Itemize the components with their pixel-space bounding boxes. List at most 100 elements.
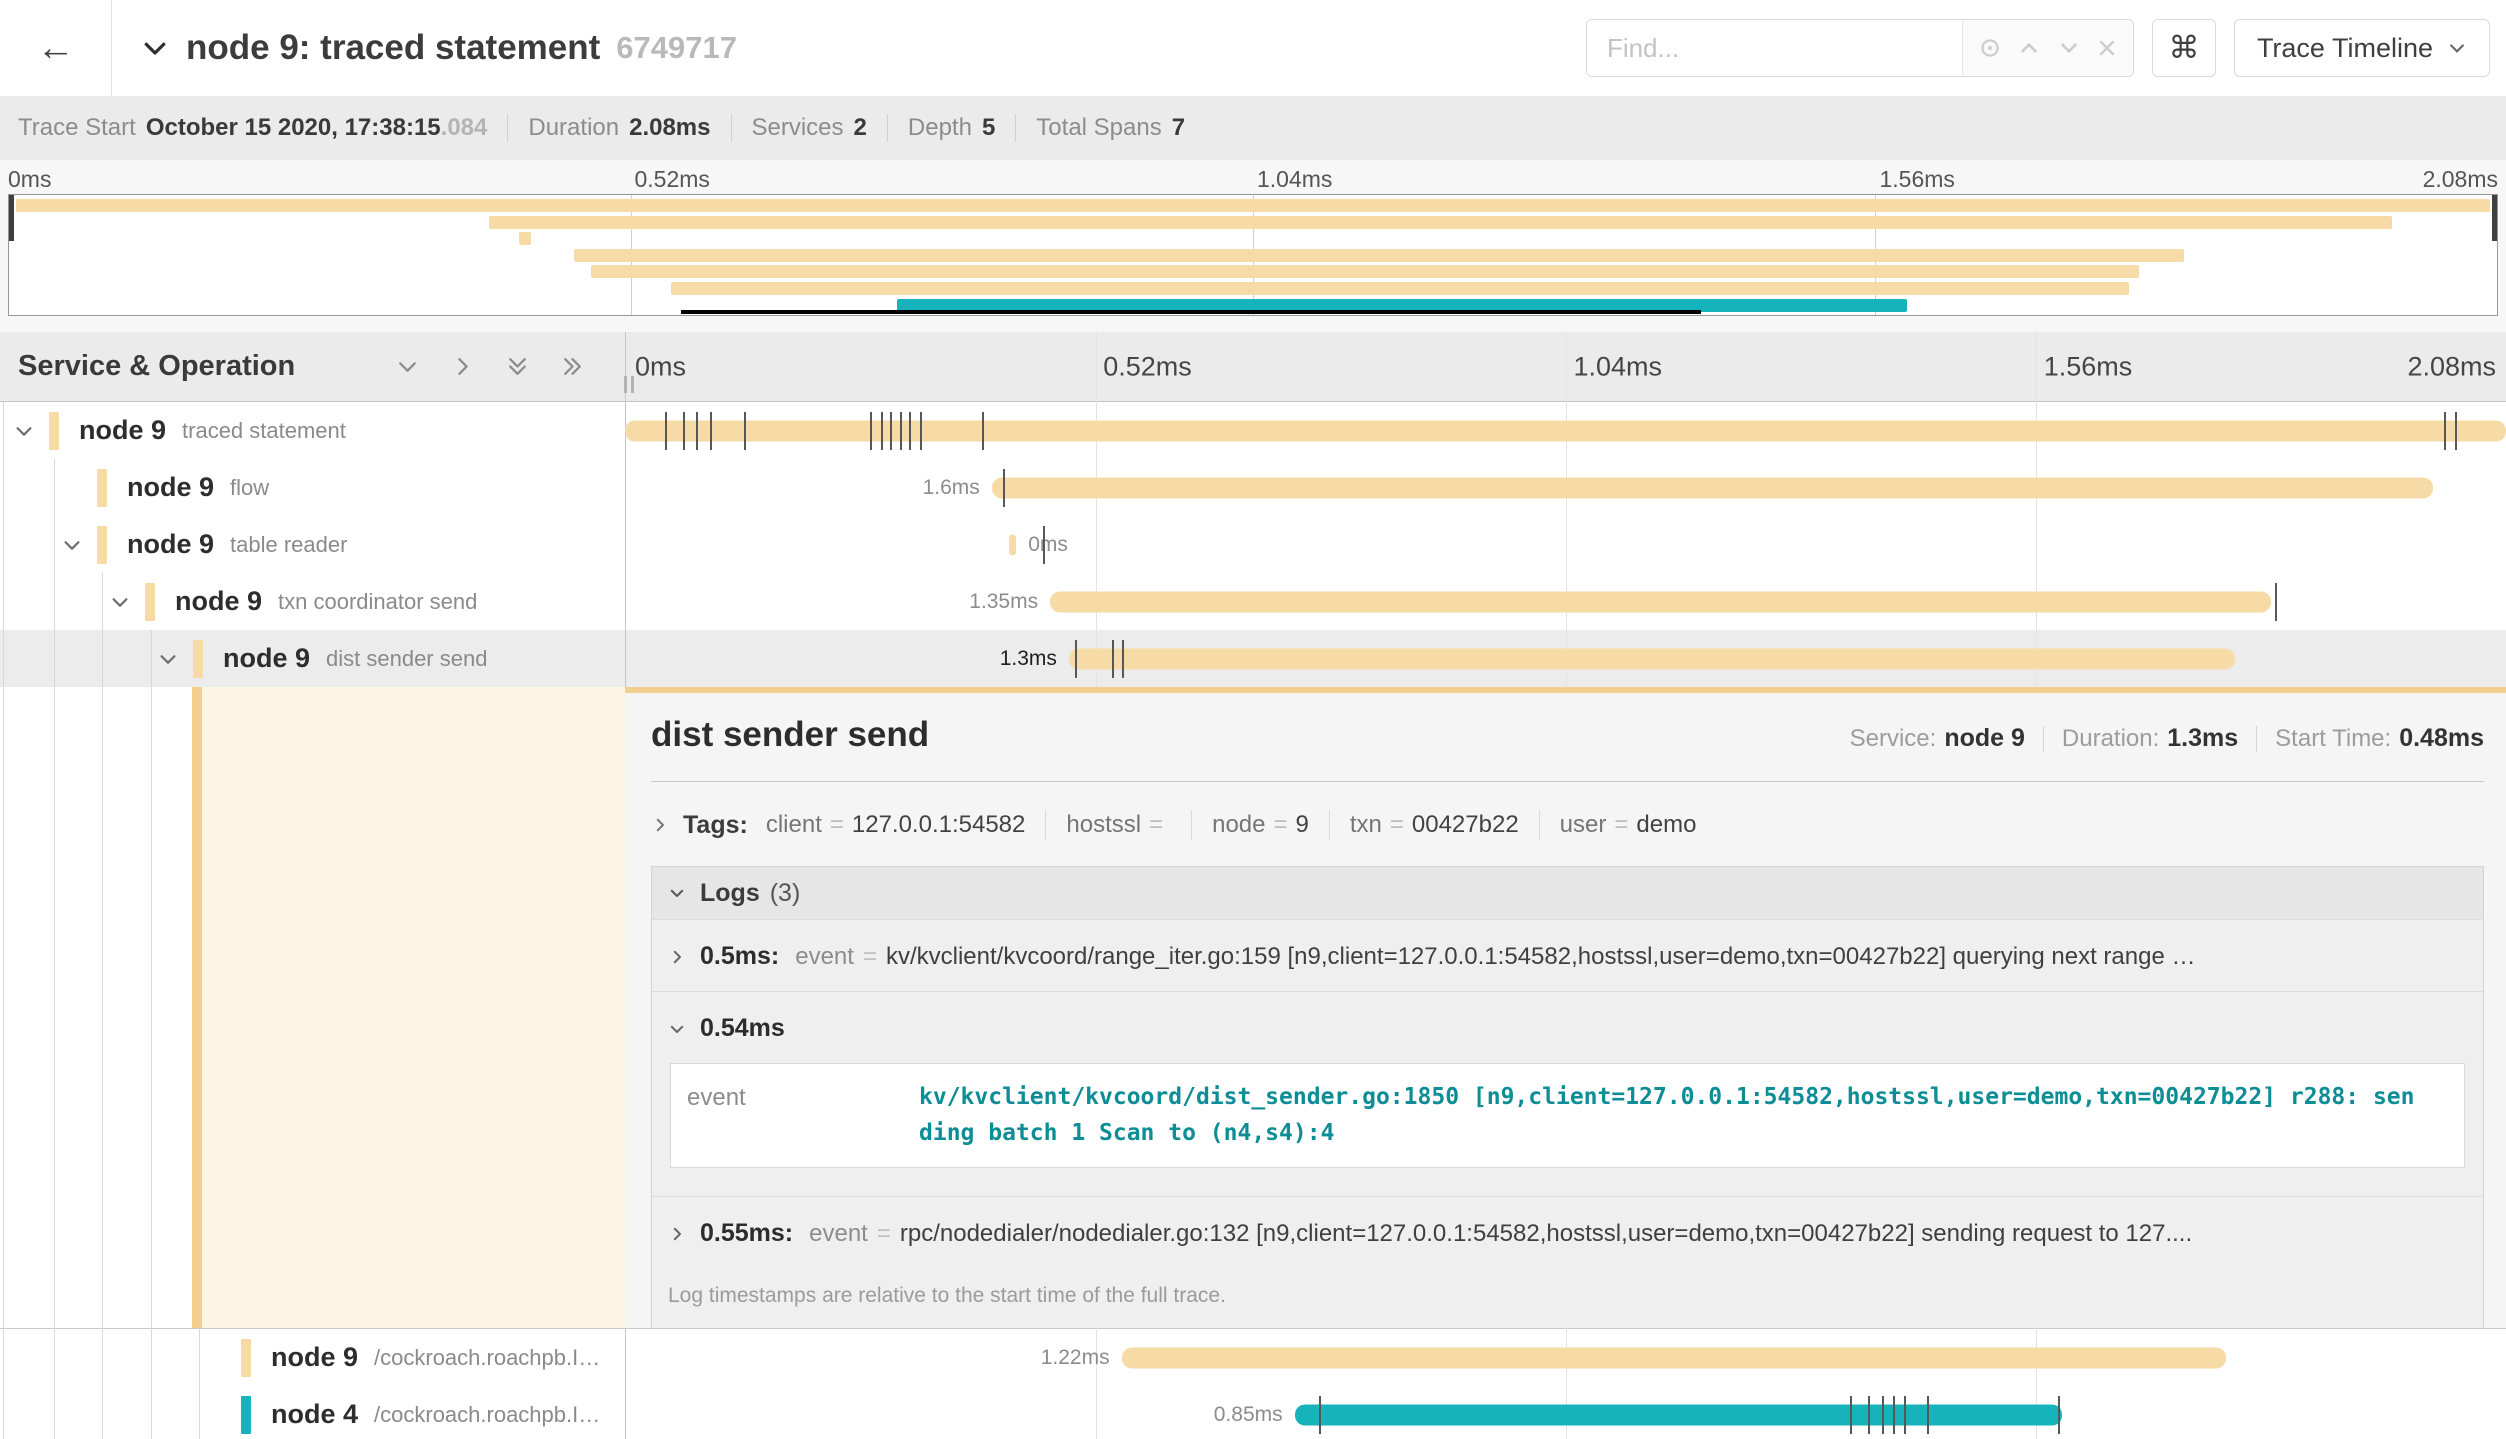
span-row-timeline-cell[interactable]: 1.3ms [625, 630, 2506, 687]
expand-one-icon[interactable] [450, 354, 475, 379]
span-row-tree-cell[interactable]: node 9 flow [0, 459, 625, 516]
log-marker-tick [881, 412, 883, 450]
span-row-tree-cell[interactable]: node 4/cockroach.roachpb.I… [0, 1386, 625, 1439]
stat-label: Depth [908, 114, 972, 142]
tag-key: txn [1350, 811, 1382, 839]
log-entry-line[interactable]: 0.55ms:event=rpc/nodedialer/nodedialer.g… [668, 1219, 2467, 1248]
chevron-right-icon[interactable] [651, 816, 669, 834]
tag-value: demo [1636, 811, 1696, 839]
tag-item[interactable]: hostssl= [1066, 811, 1171, 839]
log-entry-line[interactable]: 0.54ms [668, 1014, 2467, 1043]
collapse-one-icon[interactable] [560, 354, 585, 379]
span-row[interactable]: node 9dist sender send1.3ms [0, 630, 2506, 687]
trace-title-group[interactable]: node 9: traced statement 6749717 [140, 28, 737, 68]
stat-separator [1015, 114, 1016, 142]
meta-label: Start Time: [2275, 725, 2391, 753]
tag-item[interactable]: txn=00427b22 [1350, 811, 1519, 839]
chevron-down-icon[interactable] [668, 1020, 686, 1038]
log-entry[interactable]: 0.5ms:event=kv/kvclient/kvcoord/range_it… [652, 919, 2483, 991]
chevron-down-icon[interactable] [157, 648, 179, 670]
span-color-bar [49, 412, 59, 450]
span-row[interactable]: node 9 flow 1.6ms [0, 459, 2506, 516]
chevron-right-icon[interactable] [668, 1225, 686, 1243]
span-duration-bar[interactable] [625, 420, 2506, 441]
span-duration-bar[interactable] [992, 477, 2433, 498]
span-row[interactable]: node 9traced statement [0, 402, 2506, 459]
span-duration-bar[interactable] [1295, 1404, 2062, 1425]
trace-view-dropdown[interactable]: Trace Timeline [2234, 19, 2490, 77]
span-row-timeline-cell[interactable]: 1.35ms [625, 573, 2506, 630]
log-marker-tick [1893, 1396, 1895, 1434]
stat-item: Services2 [752, 114, 867, 142]
span-row-timeline-cell[interactable]: 0.85ms [625, 1386, 2506, 1439]
log-marker-tick [890, 412, 892, 450]
prev-match-icon[interactable] [2016, 35, 2042, 61]
tree-controls [395, 354, 585, 379]
operation-name: dist sender send [326, 646, 487, 672]
span-row-timeline-cell[interactable]: 1.6ms [625, 459, 2506, 516]
span-row[interactable]: node 9table reader0ms [0, 516, 2506, 573]
span-row-tree-cell[interactable]: node 9table reader [0, 516, 625, 573]
span-row-tree-cell[interactable]: node 9dist sender send [0, 630, 625, 687]
tag-item[interactable]: node=9 [1212, 811, 1309, 839]
log-marker-tick [2275, 583, 2277, 621]
tag-item[interactable]: user=demo [1560, 811, 1697, 839]
span-duration-bar[interactable] [1009, 534, 1017, 555]
log-entry[interactable]: 0.55ms:event=rpc/nodedialer/nodedialer.g… [652, 1196, 2483, 1268]
log-marker-tick [2455, 412, 2457, 450]
tags-row[interactable]: Tags: client=127.0.0.1:54582hostssl=node… [651, 804, 2484, 846]
chevron-right-icon[interactable] [668, 948, 686, 966]
log-marker-tick [982, 412, 984, 450]
log-timestamp: 0.54ms [700, 1014, 785, 1043]
chevron-down-icon[interactable] [109, 591, 131, 613]
tag-item[interactable]: client=127.0.0.1:54582 [766, 811, 1026, 839]
chevron-down-icon[interactable] [13, 420, 35, 442]
find-input[interactable] [1587, 20, 1962, 76]
minimap-left-handle[interactable] [9, 195, 14, 241]
span-row-tree-cell[interactable]: node 9txn coordinator send [0, 573, 625, 630]
back-button[interactable]: ← [0, 0, 112, 96]
span-duration-bar[interactable] [1069, 648, 2235, 669]
stat-suffix: .084 [441, 114, 488, 142]
operation-name: flow [230, 475, 269, 501]
tag-key: client [766, 811, 822, 839]
expand-all-icon[interactable] [505, 354, 530, 379]
stat-item: Duration2.08ms [528, 114, 710, 142]
service-operation-title: Service & Operation [18, 350, 295, 383]
span-row[interactable]: node 4/cockroach.roachpb.I…0.85ms [0, 1386, 2506, 1439]
top-bar: ← node 9: traced statement 6749717 [0, 0, 2506, 96]
span-row[interactable]: node 9/cockroach.roachpb.I…1.22ms [0, 1329, 2506, 1386]
tag-equals: = [1614, 811, 1628, 839]
column-resizer-grip[interactable] [624, 376, 634, 393]
service-name: node 9 [127, 472, 214, 503]
chevron-down-icon[interactable] [140, 33, 170, 63]
collapse-all-icon[interactable] [395, 354, 420, 379]
minimap-canvas[interactable] [8, 194, 2498, 316]
stat-label: Duration [528, 114, 619, 142]
span-duration-bar[interactable] [1050, 591, 2271, 612]
stat-item: Depth5 [908, 114, 995, 142]
span-row[interactable]: node 9txn coordinator send1.35ms [0, 573, 2506, 630]
log-entry[interactable]: 0.54mseventkv/kvclient/kvcoord/dist_send… [652, 991, 2483, 1196]
log-marker-tick [1850, 1396, 1852, 1434]
span-duration-bar[interactable] [1122, 1347, 2226, 1368]
keyboard-shortcuts-button[interactable]: ⌘ [2152, 19, 2216, 77]
next-match-icon[interactable] [2056, 35, 2082, 61]
logs-header[interactable]: Logs (3) [652, 867, 2483, 919]
service-name: node 9 [127, 529, 214, 560]
trace-id: 6749717 [616, 30, 737, 66]
span-row-tree-cell[interactable]: node 9/cockroach.roachpb.I… [0, 1329, 625, 1386]
span-detail-panel: dist sender send Service:node 9Duration:… [625, 687, 2506, 1328]
span-row-timeline-cell[interactable]: 1.22ms [625, 1329, 2506, 1386]
tag-value: 127.0.0.1:54582 [852, 811, 1026, 839]
focus-target-icon[interactable] [1977, 35, 2003, 61]
span-row-timeline-cell[interactable]: 0ms [625, 516, 2506, 573]
chevron-down-icon[interactable] [61, 534, 83, 556]
minimap-right-handle[interactable] [2492, 195, 2497, 241]
log-entry-line[interactable]: 0.5ms:event=kv/kvclient/kvcoord/range_it… [668, 942, 2467, 971]
span-row-tree-cell[interactable]: node 9traced statement [0, 402, 625, 459]
minimap-scrollbar-thumb[interactable] [681, 310, 1701, 314]
columns-header: Service & Operation 0ms0.52ms1.04ms1.56m… [0, 332, 2506, 402]
span-row-timeline-cell[interactable] [625, 402, 2506, 459]
clear-find-icon[interactable] [2095, 36, 2119, 60]
